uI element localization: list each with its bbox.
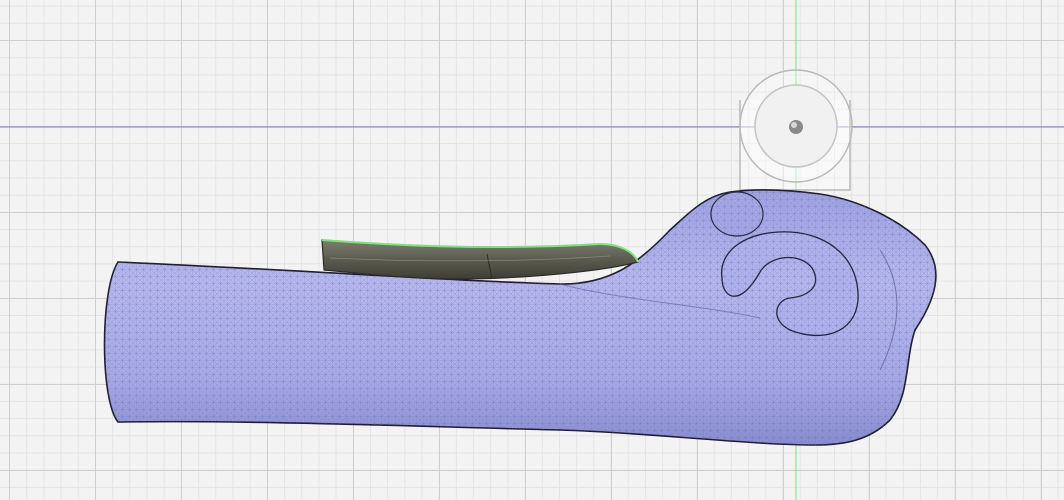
arm-mesh-model[interactable] [103, 189, 937, 446]
splint-model[interactable] [321, 239, 639, 280]
scene-canvas[interactable] [0, 0, 1064, 500]
rotate-ring-icon[interactable] [739, 69, 853, 191]
3d-viewport[interactable] [0, 0, 1064, 500]
